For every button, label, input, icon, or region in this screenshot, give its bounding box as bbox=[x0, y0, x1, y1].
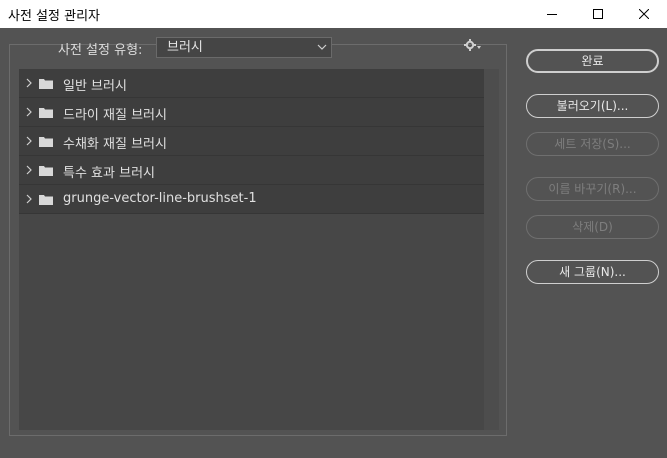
new-group-button[interactable]: 새 그룹(N)... bbox=[526, 260, 659, 284]
chevron-right-icon[interactable] bbox=[26, 194, 32, 204]
list-item-label: 특수 효과 브러시 bbox=[63, 166, 155, 181]
list-item-label: 드라이 재질 브러시 bbox=[63, 108, 167, 123]
chevron-right-icon[interactable] bbox=[26, 78, 32, 88]
list-item[interactable]: grunge-vector-line-brushset-1 bbox=[19, 185, 484, 214]
chevron-down-icon bbox=[317, 44, 327, 50]
folder-icon bbox=[39, 166, 53, 176]
list-item[interactable]: 수채화 재질 브러시 bbox=[19, 127, 484, 156]
load-button[interactable]: 불러오기(L)... bbox=[526, 94, 659, 118]
delete-button[interactable]: 삭제(D) bbox=[526, 215, 659, 239]
close-icon bbox=[639, 9, 649, 19]
list-item[interactable]: 드라이 재질 브러시 bbox=[19, 98, 484, 127]
rename-button[interactable]: 이름 바꾸기(R)... bbox=[526, 177, 659, 201]
preset-list[interactable]: 일반 브러시 드라이 재질 브러시 수채화 재질 브러시 특수 효과 브러시 g… bbox=[19, 69, 484, 430]
save-set-button[interactable]: 세트 저장(S)... bbox=[526, 132, 659, 156]
chevron-right-icon[interactable] bbox=[26, 136, 32, 146]
folder-icon bbox=[39, 195, 53, 205]
folder-icon bbox=[39, 79, 53, 89]
minimize-icon bbox=[547, 14, 557, 15]
title-bar: 사전 설정 관리자 bbox=[0, 0, 667, 28]
chevron-right-icon[interactable] bbox=[26, 107, 32, 117]
minimize-button[interactable] bbox=[529, 0, 575, 28]
list-item[interactable]: 일반 브러시 bbox=[19, 69, 484, 98]
chevron-right-icon[interactable] bbox=[26, 165, 32, 175]
list-item-label: 일반 브러시 bbox=[63, 79, 127, 94]
maximize-icon bbox=[593, 9, 603, 19]
settings-menu-button[interactable] bbox=[462, 37, 484, 55]
list-item[interactable]: 특수 효과 브러시 bbox=[19, 156, 484, 185]
list-scrollbar[interactable] bbox=[484, 69, 499, 430]
gear-icon bbox=[464, 39, 481, 51]
done-button[interactable]: 완료 bbox=[526, 49, 659, 73]
maximize-button[interactable] bbox=[575, 0, 621, 28]
folder-icon bbox=[39, 137, 53, 147]
preset-type-label: 사전 설정 유형: bbox=[58, 43, 143, 58]
preset-type-select[interactable]: 브러시 bbox=[156, 37, 332, 58]
window-title: 사전 설정 관리자 bbox=[8, 9, 100, 24]
list-item-label: 수채화 재질 브러시 bbox=[63, 137, 167, 152]
list-item-label: grunge-vector-line-brushset-1 bbox=[63, 191, 257, 206]
preset-type-value: 브러시 bbox=[167, 40, 203, 55]
close-button[interactable] bbox=[621, 0, 667, 28]
folder-icon bbox=[39, 108, 53, 118]
